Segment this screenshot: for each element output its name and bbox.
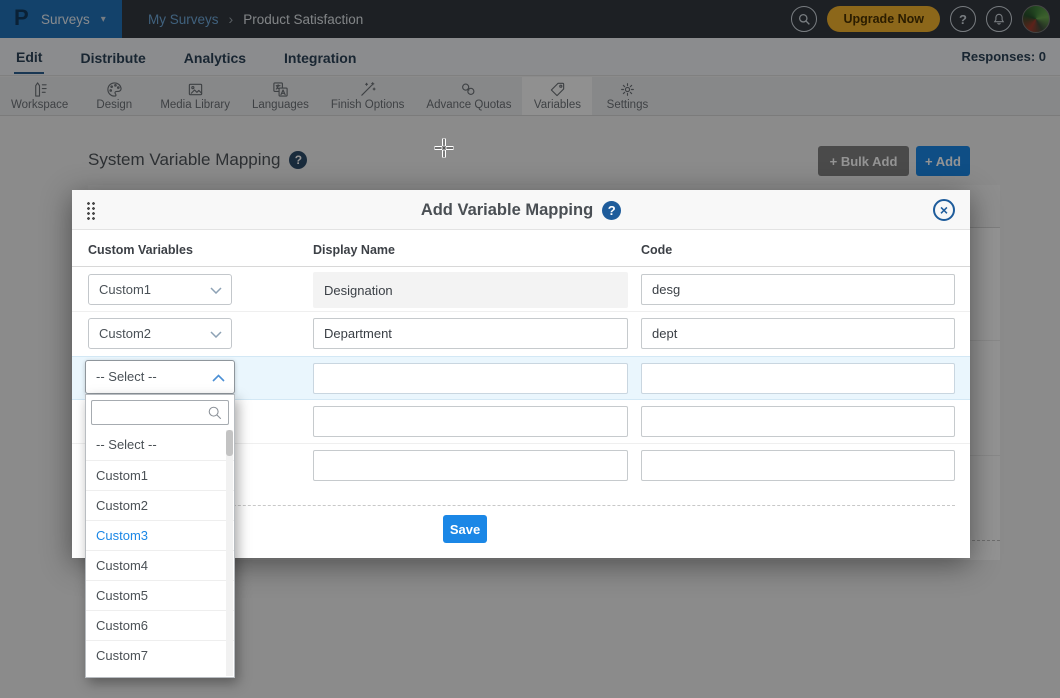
modal-column-headers: Custom Variables Display Name Code xyxy=(72,230,970,267)
chevron-down-icon xyxy=(210,331,222,338)
variable-select-2[interactable]: Custom2 xyxy=(88,318,232,349)
dropdown-option-custom5[interactable]: Custom5 xyxy=(86,580,234,610)
modal-header: Add Variable Mapping ? × xyxy=(72,190,970,230)
dropdown-options-list: -- Select -- Custom1 Custom2 Custom3 Cus… xyxy=(86,430,234,677)
variable-dropdown-panel: -- Select -- Custom1 Custom2 Custom3 Cus… xyxy=(85,394,235,678)
code-input-1[interactable] xyxy=(641,274,955,305)
dropdown-search-box xyxy=(91,400,229,425)
display-name-input-3[interactable] xyxy=(313,363,628,394)
mapping-row-2: Custom2 xyxy=(72,312,970,356)
code-input-3[interactable] xyxy=(641,363,955,394)
scrollbar-thumb[interactable] xyxy=(226,430,233,456)
questionpro-app: { "topbar": { "product": "Surveys", "bre… xyxy=(0,0,1060,698)
code-input-4[interactable] xyxy=(641,406,955,437)
search-icon xyxy=(207,405,223,421)
dropdown-option-custom4[interactable]: Custom4 xyxy=(86,550,234,580)
close-icon[interactable]: × xyxy=(933,199,955,221)
display-name-input-2[interactable] xyxy=(313,318,628,349)
display-name-input-4[interactable] xyxy=(313,406,628,437)
chevron-up-icon xyxy=(212,374,225,382)
modal-title: Add Variable Mapping xyxy=(421,201,593,220)
dropdown-option-custom7[interactable]: Custom7 xyxy=(86,640,234,670)
column-custom-variables: Custom Variables xyxy=(88,243,193,257)
mapping-row-1: Custom1 xyxy=(72,268,970,312)
display-name-input-5[interactable] xyxy=(313,450,628,481)
modal-help-icon[interactable]: ? xyxy=(602,201,621,220)
dropdown-option-custom6[interactable]: Custom6 xyxy=(86,610,234,640)
save-button[interactable]: Save xyxy=(443,515,487,543)
chevron-down-icon xyxy=(210,287,222,294)
dropdown-option-custom2[interactable]: Custom2 xyxy=(86,490,234,520)
dropdown-option-select[interactable]: -- Select -- xyxy=(86,430,234,460)
dropdown-option-custom3[interactable]: Custom3 xyxy=(86,520,234,550)
variable-select-1[interactable]: Custom1 xyxy=(88,274,232,305)
column-code: Code xyxy=(641,243,672,257)
dropdown-option-custom1[interactable]: Custom1 xyxy=(86,460,234,490)
dropdown-scrollbar[interactable] xyxy=(226,430,233,676)
code-input-5[interactable] xyxy=(641,450,955,481)
column-display-name: Display Name xyxy=(313,243,395,257)
variable-select-3-open[interactable]: -- Select -- xyxy=(85,360,235,394)
display-name-input-1[interactable] xyxy=(313,272,628,308)
code-input-2[interactable] xyxy=(641,318,955,349)
